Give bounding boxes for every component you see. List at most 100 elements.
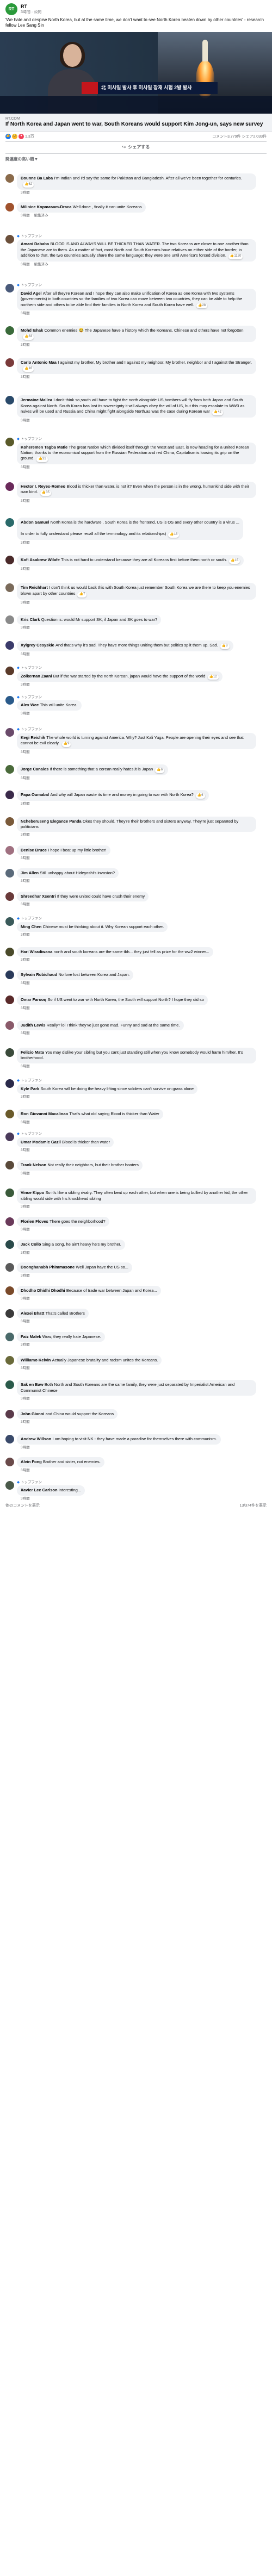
commenter-avatar[interactable] <box>5 728 14 737</box>
comment-timestamp[interactable]: 3時間 <box>21 1297 30 1301</box>
commenter-avatar[interactable] <box>5 667 14 676</box>
comment-timestamp[interactable]: 3時間 <box>21 1006 30 1011</box>
comment-reaction-chip[interactable]: 👍 1120 <box>228 254 243 259</box>
commenter-name[interactable]: Carlo Antonio Maa <box>21 360 57 365</box>
commenter-avatar[interactable] <box>5 1110 14 1119</box>
commenter-avatar[interactable] <box>5 1240 14 1249</box>
comment-timestamp[interactable]: 3時間 <box>21 1497 30 1501</box>
commenter-avatar[interactable] <box>5 1355 14 1365</box>
commenter-name[interactable]: Judith Lewis <box>21 1023 45 1028</box>
commenter-name[interactable]: Florien Floves <box>21 1219 48 1224</box>
commenter-name[interactable]: Kofi Asabrew Wilafe <box>21 557 60 562</box>
commenter-avatar[interactable] <box>5 640 14 650</box>
commenter-name[interactable]: Bounne Ba Laba <box>21 176 53 181</box>
commenter-avatar[interactable] <box>5 326 14 335</box>
comment-timestamp[interactable]: 3時間 <box>21 1251 30 1255</box>
commenter-avatar[interactable] <box>5 1435 14 1444</box>
link-title[interactable]: If North Korea and Japan went to war, So… <box>5 121 267 128</box>
commenter-name[interactable]: Kris Clark <box>21 617 40 622</box>
commenter-name[interactable]: Trank Nelson <box>21 1162 46 1167</box>
commenter-avatar[interactable] <box>5 1133 14 1142</box>
link-preview[interactable]: RT.COM If North Korea and Japan went to … <box>0 113 272 132</box>
commenter-name[interactable]: Xylgrey Cesyskie <box>21 643 54 648</box>
commenter-avatar[interactable] <box>5 556 14 565</box>
comment-reaction-chip[interactable]: 👍 7 <box>77 592 87 598</box>
commenter-name[interactable]: Shreedhar Xsentri <box>21 894 56 899</box>
comment-timestamp[interactable]: 3時間 <box>21 1469 30 1473</box>
comment-timestamp[interactable]: 3時間 <box>21 191 30 195</box>
commenter-avatar[interactable] <box>5 1409 14 1418</box>
commenter-name[interactable]: David Agel <box>21 291 41 296</box>
commenter-avatar[interactable] <box>5 995 14 1005</box>
comment-timestamp[interactable]: 3時間 <box>21 1228 30 1232</box>
comment-timestamp[interactable]: 3時間 <box>21 214 30 218</box>
comment-timestamp[interactable]: 3時間 <box>21 652 30 657</box>
comment-timestamp[interactable]: 3時間 <box>21 626 30 630</box>
comment-reaction-chip[interactable]: 👍 8 <box>220 643 230 649</box>
commenter-avatar[interactable] <box>5 695 14 705</box>
comment-sort-dropdown[interactable]: 関連度の高い順 ▾ <box>0 154 272 164</box>
commenter-name[interactable]: Koheremen Tagba Matle <box>21 445 67 450</box>
commenter-name[interactable]: Alex Wee <box>21 702 39 707</box>
comment-timestamp[interactable]: 3時間 <box>21 419 30 423</box>
comment-timestamp[interactable]: 3時間 <box>21 343 30 347</box>
commenter-name[interactable]: John Gianni <box>21 1411 44 1416</box>
share-button[interactable]: ↪ シェアする <box>122 145 150 150</box>
comment-timestamp[interactable]: 3時間 <box>21 375 30 379</box>
commenter-name[interactable]: Andrew Willson <box>21 1436 51 1441</box>
commenter-name[interactable]: Milinice Kopmasam-Draca <box>21 204 71 209</box>
commenter-name[interactable]: Ron Giovanni Macalinao <box>21 1111 68 1116</box>
commenter-avatar[interactable] <box>5 518 14 527</box>
commenter-name[interactable]: Felicio Mata <box>21 1050 44 1055</box>
commenter-avatar[interactable] <box>5 396 14 405</box>
comment-reaction-chip[interactable]: 👍 12 <box>207 674 219 680</box>
comment-timestamp[interactable]: 3時間 <box>21 712 30 716</box>
comment-timestamp[interactable]: 3時間 <box>21 312 30 316</box>
commenter-name[interactable]: Abdon Samuel <box>21 520 50 525</box>
comment-timestamp[interactable]: 3時間 <box>21 1095 30 1099</box>
comment-reaction-chip[interactable]: 👍 18 <box>168 532 180 538</box>
commenter-name[interactable]: Jermaine Mallea <box>21 397 52 402</box>
reaction-summary[interactable]: 👍 😆 ♥ 1.3万 <box>5 134 34 140</box>
comment-timestamp[interactable]: 3時間 <box>21 1065 30 1069</box>
commenter-name[interactable]: Dhodho Dhidhi Dhodhi <box>21 1288 65 1293</box>
commenter-avatar[interactable] <box>5 1332 14 1341</box>
comment-count[interactable]: コメント3,779件 <box>212 135 241 139</box>
commenter-avatar[interactable] <box>5 1286 14 1296</box>
commenter-name[interactable]: Denise Bruce <box>21 848 47 853</box>
commenter-name[interactable]: Doonghanabh Phimmasone <box>21 1265 75 1270</box>
commenter-name[interactable]: Jim Allen <box>21 870 39 875</box>
commenter-avatar[interactable] <box>5 482 14 491</box>
comment-timestamp[interactable]: 3時間 <box>21 1205 30 1209</box>
commenter-avatar[interactable] <box>5 947 14 956</box>
comment-timestamp[interactable]: 3時間 <box>21 683 30 687</box>
comment-timestamp[interactable]: 3時間 <box>21 903 30 907</box>
commenter-name[interactable]: Jack Collo <box>21 1242 41 1247</box>
comment-timestamp[interactable]: 3時間 <box>21 750 30 755</box>
comment-timestamp[interactable]: 3時間 <box>21 1397 30 1401</box>
commenter-name[interactable]: Zolkernan Zaani <box>21 674 52 679</box>
commenter-name[interactable]: Xavier Lee Carlson <box>21 1488 58 1492</box>
commenter-avatar[interactable] <box>5 1309 14 1318</box>
commenter-avatar[interactable] <box>5 1161 14 1170</box>
comment-timestamp[interactable]: 3時間 <box>21 933 30 937</box>
commenter-name[interactable]: Tim Reichhart <box>21 585 48 590</box>
commenter-avatar[interactable] <box>5 1021 14 1030</box>
commenter-name[interactable]: Mohd Ishak <box>21 328 43 333</box>
commenter-name[interactable]: Ming Chen <box>21 924 41 929</box>
comment-timestamp[interactable]: 3時間 <box>21 1446 30 1450</box>
comment-reaction-chip[interactable]: 👍 42 <box>212 409 223 415</box>
commenter-name[interactable]: Williamo Kelvin <box>21 1358 51 1362</box>
comment-reaction-chip[interactable]: 👍 31 <box>36 457 48 463</box>
comment-reaction-chip[interactable]: 👍 9 <box>61 741 71 747</box>
comment-timestamp[interactable]: 3時間 <box>21 1172 30 1176</box>
more-comments-link[interactable]: 他のコメントを表示 <box>5 1503 40 1508</box>
commenter-avatar[interactable] <box>5 1217 14 1226</box>
commenter-avatar[interactable] <box>5 1481 14 1490</box>
post-timestamp[interactable]: 3時間 · 公開 <box>21 10 41 15</box>
commenter-name[interactable]: Kegi Reichik <box>21 735 45 740</box>
comment-timestamp[interactable]: 3時間 <box>21 776 30 781</box>
commenter-name[interactable]: Amani Dababa <box>21 241 49 246</box>
comment-timestamp[interactable]: 3時間 <box>21 802 30 806</box>
commenter-name[interactable]: Hari Wiradiwana <box>21 949 52 954</box>
